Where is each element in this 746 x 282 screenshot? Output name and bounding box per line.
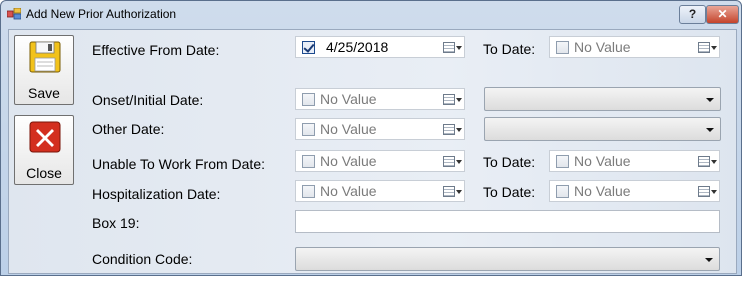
other-date-value: No Value: [320, 121, 377, 137]
dropdown-arrow-icon: [456, 160, 462, 164]
unable-to-date-label: To Date:: [483, 154, 536, 170]
chevron-down-icon: [705, 258, 713, 262]
app-icon: [7, 8, 21, 20]
calendar-icon: [443, 124, 455, 135]
hosp-from-value: No Value: [320, 183, 377, 199]
unable-to-value: No Value: [574, 153, 631, 169]
window-close-button[interactable]: ✕: [706, 5, 739, 24]
close-icon: ✕: [717, 7, 728, 21]
effective-to-checkbox[interactable]: [556, 41, 569, 54]
hosp-from-date-picker[interactable]: No Value: [295, 180, 465, 202]
hosp-from-checkbox[interactable]: [302, 185, 315, 198]
condition-code-dropdown[interactable]: [295, 247, 720, 271]
other-date-picker[interactable]: No Value: [295, 118, 465, 140]
calendar-icon: [698, 186, 710, 197]
dropdown-arrow-icon: [456, 98, 462, 102]
unable-from-value: No Value: [320, 153, 377, 169]
dropdown-arrow-icon: [456, 190, 462, 194]
onset-value: No Value: [320, 91, 377, 107]
unable-to-work-label: Unable To Work From Date:: [92, 156, 265, 172]
hosp-to-date-label: To Date:: [483, 184, 536, 200]
effective-to-date-label: To Date:: [483, 41, 536, 57]
unable-from-checkbox[interactable]: [302, 155, 315, 168]
unable-to-date-picker[interactable]: No Value: [549, 150, 720, 172]
unable-from-date-picker[interactable]: No Value: [295, 150, 465, 172]
close-button-label: Close: [26, 165, 62, 181]
red-x-icon: [29, 121, 61, 153]
other-date-label: Other Date:: [92, 121, 165, 137]
chevron-down-icon: [706, 98, 714, 102]
hosp-to-value: No Value: [574, 183, 631, 199]
help-icon: ?: [688, 7, 697, 21]
dropdown-arrow-icon: [711, 46, 717, 50]
onset-checkbox[interactable]: [302, 93, 315, 106]
calendar-icon: [698, 42, 710, 53]
dropdown-arrow-icon: [456, 46, 462, 50]
save-button[interactable]: Save: [14, 35, 74, 105]
dropdown-arrow-icon: [711, 160, 717, 164]
other-date-checkbox[interactable]: [302, 123, 315, 136]
hosp-to-checkbox[interactable]: [556, 185, 569, 198]
effective-to-date-picker[interactable]: No Value: [549, 36, 720, 58]
window-title: Add New Prior Authorization: [26, 7, 177, 21]
floppy-disk-icon: [29, 41, 61, 73]
box19-label: Box 19:: [92, 215, 140, 231]
calendar-icon: [443, 42, 455, 53]
form-area: Save Close Effective From Date: 4/25/201…: [8, 29, 737, 274]
effective-to-value: No Value: [574, 39, 631, 55]
help-button[interactable]: ?: [679, 5, 706, 24]
close-button[interactable]: Close: [14, 115, 74, 185]
effective-from-label: Effective From Date:: [92, 42, 220, 58]
hosp-to-date-picker[interactable]: No Value: [549, 180, 720, 202]
box19-input[interactable]: [295, 210, 720, 233]
dropdown-arrow-icon: [456, 128, 462, 132]
calendar-icon: [443, 186, 455, 197]
effective-from-checkbox[interactable]: [302, 41, 315, 54]
onset-date-picker[interactable]: No Value: [295, 88, 465, 110]
effective-from-value: 4/25/2018: [326, 39, 389, 55]
other-date-qualifier-dropdown[interactable]: [484, 117, 721, 141]
title-bar[interactable]: Add New Prior Authorization ? ✕: [1, 1, 741, 29]
condition-code-label: Condition Code:: [92, 251, 193, 267]
unable-to-checkbox[interactable]: [556, 155, 569, 168]
chevron-down-icon: [706, 128, 714, 132]
calendar-icon: [443, 156, 455, 167]
dialog-window: Add New Prior Authorization ? ✕ Save Clo…: [0, 0, 742, 276]
calendar-icon: [698, 156, 710, 167]
onset-date-label: Onset/Initial Date:: [92, 92, 204, 108]
save-button-label: Save: [28, 85, 60, 101]
onset-qualifier-dropdown[interactable]: [484, 87, 721, 111]
effective-from-date-picker[interactable]: 4/25/2018: [295, 36, 465, 58]
calendar-icon: [443, 94, 455, 105]
hospitalization-date-label: Hospitalization Date:: [92, 186, 221, 202]
dropdown-arrow-icon: [711, 190, 717, 194]
